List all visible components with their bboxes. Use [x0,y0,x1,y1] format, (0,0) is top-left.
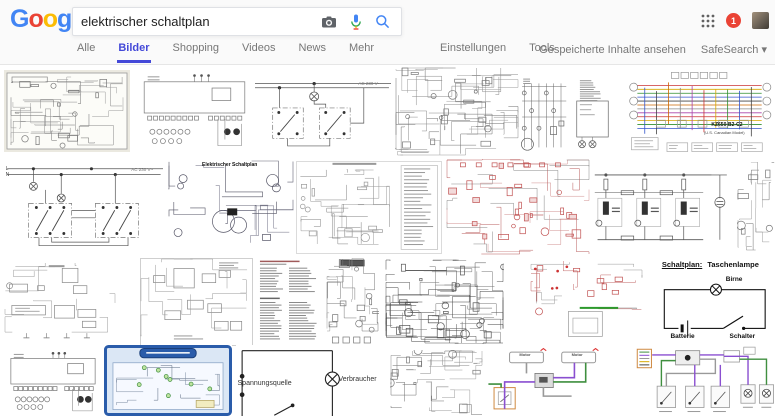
camera-icon[interactable] [321,16,337,28]
image-result-2[interactable] [136,74,253,152]
thumbnail-label: AC 230 V~ [358,81,380,86]
image-result-16[interactable] [326,258,379,346]
thumbnail-sketch [4,70,130,152]
tab-mehr[interactable]: Mehr [348,36,375,63]
thumbnail-label: Schalter [729,333,755,340]
image-result-19[interactable]: Schaltplan: Taschenlampe Birne Batterie Scha… [652,258,775,346]
search-icon[interactable] [375,14,390,29]
link-saved-content[interactable]: Gespeicherte Inhalte ansehen [539,44,686,56]
image-result-9[interactable] [296,161,442,254]
tab-bilder[interactable]: Bilder [117,36,150,63]
image-result-23[interactable] [390,350,483,416]
mic-icon[interactable] [350,14,362,30]
image-result-13[interactable] [4,262,116,341]
safesearch-label: SafeSearch [701,44,758,56]
thumbnail-label: Motor [572,353,583,358]
thumbnail-label: AC 230 V~ [131,167,153,172]
thumbnail-sketch [104,345,232,416]
thumbnail-sketch [519,77,624,157]
image-result-4[interactable] [395,67,519,156]
logo-letter: o [28,5,42,33]
thumbnail-sketch [4,162,163,252]
chevron-down-icon: ▾ [761,44,767,56]
image-result-6[interactable]: KZ650-B2-C2 (U.S. Canadian Model) [627,68,775,155]
logo-letter: o [43,5,57,33]
image-result-1[interactable] [4,70,130,152]
tab-videos[interactable]: Videos [241,36,276,63]
image-result-20[interactable] [4,352,102,416]
tabs-spacer [396,36,418,63]
image-result-10[interactable] [446,159,590,255]
image-result-5[interactable] [519,77,624,157]
google-header: Google [0,0,775,65]
image-result-12[interactable] [737,162,775,251]
apps-grid-icon[interactable] [701,14,715,28]
thumbnail-label: Taschenlampe [707,261,759,270]
logo-letter: G [10,5,28,33]
image-result-14[interactable] [140,258,253,346]
image-result-11[interactable] [592,165,731,248]
thumbnail-label: Birne [726,276,743,283]
thumbnail-sketch [487,345,628,416]
thumbnail-sketch [140,258,253,346]
thumbnail-sketch [256,258,322,346]
thumbnail-sketch [530,260,643,343]
logo-letter: g [57,5,71,33]
image-result-24[interactable]: Motor Motor [487,345,628,416]
link-einstellungen[interactable]: Einstellungen [439,36,507,63]
tab-alle[interactable]: Alle [76,36,96,63]
tab-shopping[interactable]: Shopping [172,36,221,63]
thumbnail-sketch [385,259,504,344]
image-result-15[interactable] [256,258,322,346]
thumbnail-label: (U.S. Canadian Model) [704,131,745,136]
search-input[interactable] [73,14,321,29]
thumbnail-sketch [4,352,102,416]
thumbnail-label: Schaltplan: [662,261,702,270]
thumbnail-sketch [390,350,483,416]
image-result-8[interactable]: Elektrischer Schaltplan [168,160,294,253]
thumbnail-sketch [633,345,775,416]
thumbnail-sketch [168,160,294,253]
thumbnail-label: Spannungsquelle [238,380,292,388]
image-result-25[interactable] [633,345,775,416]
thumbnail-sketch [627,68,775,155]
thumbnail-label: KZ650-B2-C2 [711,123,742,129]
thumbnail-label: Batterie [670,333,694,340]
thumbnail-sketch [255,76,391,152]
thumbnail-label: N [6,173,10,179]
image-result-7[interactable]: LNAC 230 V~ [4,162,163,252]
thumbnail-sketch [592,165,731,248]
avatar[interactable] [752,12,769,29]
thumbnail-label: Motor [519,353,530,358]
image-result-18[interactable] [530,260,643,343]
tab-news[interactable]: News [297,36,327,63]
image-result-21[interactable] [104,345,232,416]
thumbnail-label: Verbraucher [339,376,377,384]
thumbnail-sketch [326,258,379,346]
thumbnail-sketch [136,74,253,152]
link-safesearch[interactable]: SafeSearch ▾ [701,43,767,56]
image-result-17[interactable] [385,259,504,344]
image-result-3[interactable]: AC 230 V~ [255,76,391,152]
thumbnail-sketch [395,67,519,156]
thumbnail-label: Elektrischer Schaltplan [202,163,257,169]
image-result-22[interactable]: Spannungsquelle Verbraucher [236,345,389,416]
thumbnail-sketch [4,262,116,341]
thumbnail-sketch [296,161,442,254]
search-bar[interactable] [72,7,402,36]
thumbnail-sketch [446,159,590,255]
thumbnail-sketch [737,162,775,251]
notification-badge[interactable]: 1 [726,13,741,28]
